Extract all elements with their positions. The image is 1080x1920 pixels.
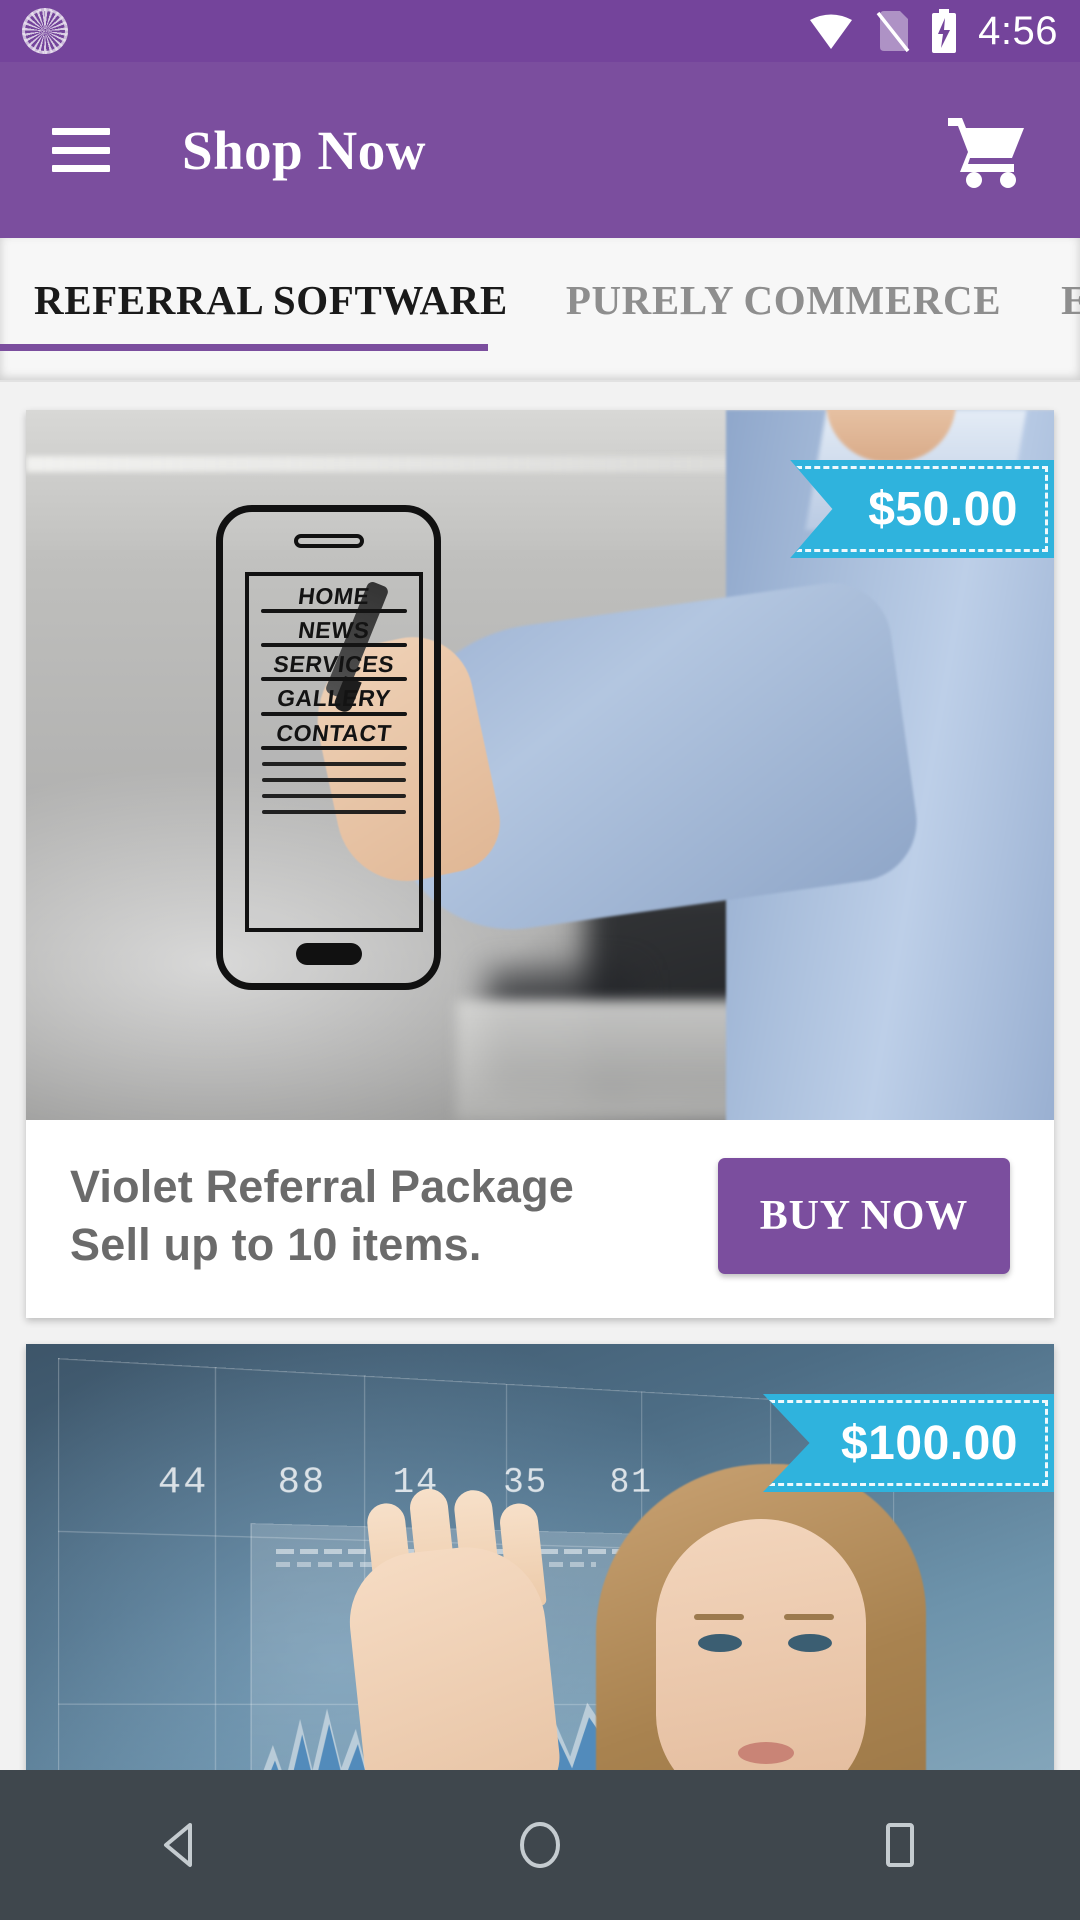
back-triangle-icon[interactable]	[105, 1795, 255, 1895]
app-bar: Shop Now	[0, 62, 1080, 238]
hologram-number: 44	[157, 1461, 209, 1504]
tab-purely-commerce[interactable]: PURELY COMMERCE	[566, 276, 1001, 324]
tab-label: PURELY COMMERCE	[565, 277, 1002, 323]
buy-now-button[interactable]: BUY NOW	[717, 1158, 1010, 1274]
recents-square-icon[interactable]	[825, 1795, 975, 1895]
app-screen: 4:56 Shop Now REFERRAL SOFTWARE PURELY C…	[0, 0, 1080, 1920]
wireframe-menu-item: GALLERY	[275, 685, 393, 712]
tab-label: EMPIRE	[1061, 277, 1080, 323]
tab-bar-divider	[0, 380, 1080, 382]
drawn-phone-wireframe: HOME NEWS SERVICES GALLERY CONTACT	[216, 505, 441, 990]
product-title: Violet Referral Package	[70, 1161, 575, 1213]
tab-label: REFERRAL SOFTWARE	[34, 277, 508, 323]
tab-referral-software[interactable]: REFERRAL SOFTWARE	[34, 276, 508, 324]
battery-charging-icon	[930, 9, 958, 53]
active-tab-indicator	[0, 344, 488, 351]
home-circle-icon[interactable]	[465, 1795, 615, 1895]
hologram-number: 81	[609, 1462, 653, 1503]
hologram-numbers: 44 88 14 35 81	[158, 1461, 653, 1504]
tab-bar[interactable]: REFERRAL SOFTWARE PURELY COMMERCE EMPIRE	[0, 238, 1080, 382]
tab-empire[interactable]: EMPIRE	[1061, 276, 1080, 324]
wireframe-menu-item: CONTACT	[274, 719, 394, 746]
price-label: $100.00	[840, 1416, 1018, 1470]
status-bar-time: 4:56	[978, 9, 1058, 53]
status-bar-left	[22, 8, 808, 54]
status-bar: 4:56	[0, 0, 1080, 62]
product-card[interactable]: HOME NEWS SERVICES GALLERY CONTACT $50.0…	[26, 410, 1054, 1318]
shopping-cart-icon[interactable]	[946, 112, 1028, 188]
page-title: Shop Now	[182, 119, 426, 181]
wireframe-menu-item: SERVICES	[272, 651, 396, 678]
price-label: $50.00	[868, 482, 1018, 536]
android-nav-bar	[0, 1770, 1080, 1920]
wireframe-menu-item: NEWS	[296, 617, 372, 644]
product-info: Violet Referral Package Sell up to 10 it…	[26, 1120, 1054, 1318]
product-image: HOME NEWS SERVICES GALLERY CONTACT $50.0…	[26, 410, 1054, 1120]
hologram-number: 88	[277, 1461, 327, 1504]
status-bar-right: 4:56	[808, 9, 1058, 53]
wireframe-menu-item: HOME	[296, 583, 372, 609]
hamburger-menu-icon[interactable]	[52, 128, 110, 172]
product-subtitle: Sell up to 10 items.	[70, 1219, 482, 1270]
wifi-icon	[808, 11, 854, 51]
no-sim-icon	[874, 9, 910, 53]
spinner-icon	[22, 8, 68, 54]
product-list[interactable]: HOME NEWS SERVICES GALLERY CONTACT $50.0…	[0, 384, 1080, 1920]
